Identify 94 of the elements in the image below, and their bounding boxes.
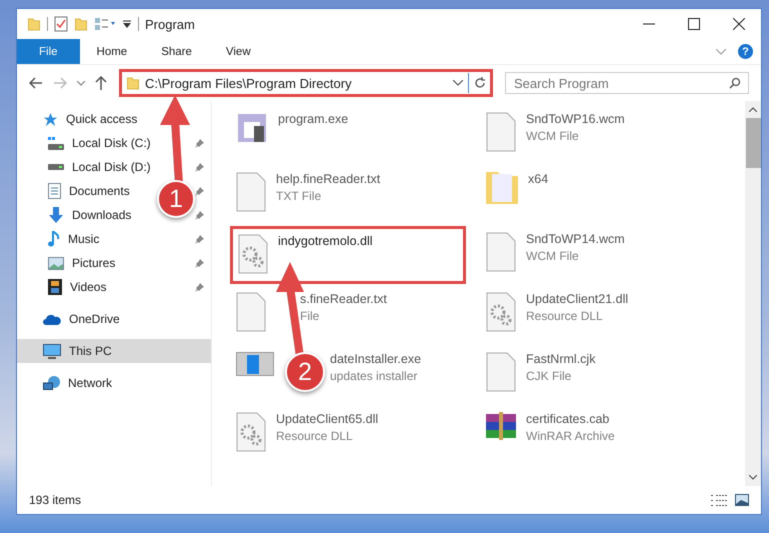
file-type: CJK File xyxy=(526,369,572,383)
recent-icon[interactable] xyxy=(77,80,85,86)
nav-item[interactable]: Quick access xyxy=(43,107,142,131)
nav-item[interactable]: Documents xyxy=(48,179,134,203)
details-view-icon[interactable] xyxy=(711,494,727,506)
file-type: WinRAR Archive xyxy=(526,429,615,443)
dropdown-icon[interactable] xyxy=(453,80,463,86)
nav-item[interactable]: Videos xyxy=(48,275,110,299)
blank-file-icon xyxy=(486,232,516,272)
drive-icon xyxy=(48,164,64,170)
nav-item[interactable]: This PC xyxy=(17,339,211,363)
ribbon-tab[interactable]: View xyxy=(208,39,268,64)
close-icon[interactable] xyxy=(733,18,745,30)
nav-item[interactable]: Local Disk (D:) xyxy=(48,155,155,179)
search-field[interactable]: Search Program xyxy=(505,72,749,94)
file-name: certificates.cab xyxy=(526,412,610,426)
ribbon-tab[interactable]: Home xyxy=(80,39,144,64)
monitor-icon xyxy=(43,344,61,358)
pin-icon[interactable] xyxy=(195,186,205,196)
file-type: Resource DLL xyxy=(526,309,604,323)
file-type: TXT File xyxy=(276,189,322,203)
maximize-icon[interactable] xyxy=(688,18,700,30)
refresh-icon[interactable] xyxy=(474,77,486,89)
folder-icon xyxy=(126,76,140,90)
drive-icon xyxy=(48,136,64,150)
minimize-icon[interactable] xyxy=(643,23,655,25)
file-name: help.fineReader.txt xyxy=(276,172,380,186)
cloud-icon xyxy=(43,314,61,324)
network-icon xyxy=(43,376,60,390)
blank-file-icon xyxy=(486,112,516,152)
file-type: updates installer xyxy=(330,369,418,383)
gear-file-icon xyxy=(238,234,268,274)
ribbon-tab[interactable]: Share xyxy=(144,39,209,64)
file-name: SndToWP16.wcm xyxy=(526,112,625,126)
film-icon xyxy=(48,279,62,295)
back-icon[interactable] xyxy=(29,77,43,89)
search-icon xyxy=(729,77,741,89)
folder-icon xyxy=(486,172,518,204)
expand-ribbon-icon[interactable] xyxy=(716,48,726,54)
file-name: program.exe xyxy=(278,112,348,126)
file-type: WCM File xyxy=(526,249,580,263)
file-type: File xyxy=(300,309,320,323)
address-bar[interactable]: C:\Program Files\Program Directory xyxy=(119,69,493,97)
window-title: Program xyxy=(145,16,195,32)
pin-icon[interactable] xyxy=(195,210,205,220)
item-count: 193 items xyxy=(29,493,82,507)
gear-file-icon xyxy=(236,412,266,452)
star-icon xyxy=(43,112,58,126)
blank-file-icon xyxy=(236,292,266,332)
download-arrow-icon xyxy=(48,207,64,223)
file-name: FastNrml.cjk xyxy=(526,352,596,366)
ribbon-tab[interactable]: File xyxy=(17,39,80,64)
callout-badge: 1 xyxy=(157,180,195,218)
help-button[interactable]: ? xyxy=(738,44,753,59)
pin-icon[interactable] xyxy=(195,162,205,172)
installer-icon xyxy=(236,352,274,376)
scroll-up-icon[interactable] xyxy=(749,107,757,112)
pin-icon[interactable] xyxy=(195,234,205,244)
nav-item[interactable]: Network xyxy=(43,371,116,395)
blank-file-icon xyxy=(486,352,516,392)
file-name: indygotremolo.dll xyxy=(278,234,372,248)
up-icon[interactable] xyxy=(95,76,107,90)
address-path: C:\Program Files\Program Directory xyxy=(145,76,353,90)
blank-file-icon xyxy=(236,172,266,212)
nav-item[interactable]: Downloads xyxy=(48,203,136,227)
nav-item[interactable]: OneDrive xyxy=(43,307,124,331)
setup-program-icon xyxy=(236,112,268,144)
view-options-icon[interactable] xyxy=(94,17,116,31)
picture-icon xyxy=(48,256,64,270)
pin-icon[interactable] xyxy=(195,282,205,292)
file-name: SndToWP14.wcm xyxy=(526,232,625,246)
file-item[interactable]: indygotremolo.dll xyxy=(230,226,466,284)
file-name: s.fineReader.txt xyxy=(300,292,387,306)
nav-item[interactable]: Local Disk (C:) xyxy=(48,131,155,155)
file-type: WCM File xyxy=(526,129,580,143)
pin-icon[interactable] xyxy=(195,138,205,148)
nav-item[interactable]: Music xyxy=(48,227,104,251)
thumbnail-view-icon[interactable] xyxy=(735,494,749,506)
nav-item[interactable]: Pictures xyxy=(48,251,120,275)
archive-stack-icon xyxy=(486,412,516,440)
properties-icon[interactable] xyxy=(54,16,68,32)
document-icon xyxy=(48,183,61,199)
callout-badge: 2 xyxy=(285,352,325,392)
file-name: x64 xyxy=(528,172,548,186)
customize-icon[interactable] xyxy=(122,19,132,29)
scrollbar-thumb[interactable] xyxy=(746,118,760,168)
file-name: UpdateClient65.dll xyxy=(276,412,378,426)
file-name: UpdateClient21.dll xyxy=(526,292,628,306)
music-note-icon xyxy=(48,231,60,247)
file-type: Resource DLL xyxy=(276,429,354,443)
file-name: dateInstaller.exe xyxy=(330,352,422,366)
pin-icon[interactable] xyxy=(195,258,205,268)
gear-file-icon xyxy=(486,292,516,332)
scroll-down-icon[interactable] xyxy=(749,475,757,480)
